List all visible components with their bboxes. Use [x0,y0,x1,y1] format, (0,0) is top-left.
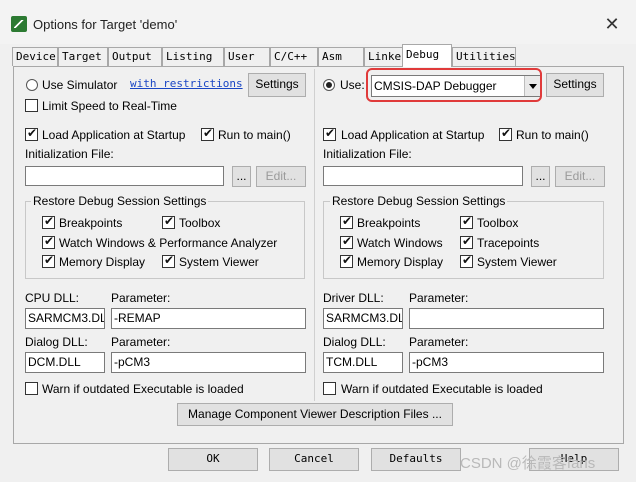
right-memory-display-label: Memory Display [357,255,444,269]
right-dialog-dll-label: Dialog DLL: [323,335,386,349]
simulator-settings-button[interactable]: Settings [248,73,306,97]
manage-component-viewer-button[interactable]: Manage Component Viewer Description File… [177,403,453,426]
right-init-file-input[interactable] [323,166,523,186]
right-init-file-label: Initialization File: [323,147,412,161]
cancel-button[interactable]: Cancel [269,448,359,471]
breakpoints-checkbox[interactable] [42,214,55,229]
driver-param-label: Parameter: [409,291,469,305]
tab-cc[interactable]: C/C++ [270,47,318,66]
warn-outdated-label: Warn if outdated Executable is loaded [42,382,244,396]
driver-dll-label: Driver DLL: [323,291,384,305]
right-dialog-param-label: Parameter: [409,335,469,349]
memory-display-checkbox[interactable] [42,253,55,268]
right-breakpoints-label: Breakpoints [357,216,421,230]
dialog-dll-label: Dialog DLL: [25,335,88,349]
run-to-main-checkbox[interactable] [201,126,214,141]
toolbox-label: Toolbox [179,216,221,230]
run-to-main-label: Run to main() [218,128,291,142]
tracepoints-label: Tracepoints [477,236,540,250]
restore-group-title: Restore Debug Session Settings [31,194,209,208]
right-system-viewer-label: System Viewer [477,255,557,269]
use-simulator-label: Use Simulator [42,78,118,92]
driver-dll-input[interactable]: SARMCM3.DLL [323,308,403,329]
column-divider [314,69,315,401]
right-memory-display-checkbox[interactable] [340,253,353,268]
tab-user[interactable]: User [224,47,270,66]
watermark: CSDN @徐霞客fans [460,455,596,472]
right-load-app-checkbox[interactable] [323,126,336,141]
tab-listing[interactable]: Listing [162,47,224,66]
cpu-param-label: Parameter: [111,291,171,305]
right-init-file-edit-button[interactable]: Edit... [555,166,605,187]
right-warn-outdated-checkbox[interactable] [323,382,336,395]
window-title: Options for Target 'demo' [33,17,178,32]
right-warn-outdated-label: Warn if outdated Executable is loaded [341,382,543,396]
tab-output[interactable]: Output [108,47,162,66]
use-simulator-radio[interactable] [26,79,38,91]
memory-display-label: Memory Display [59,255,146,269]
cpu-dll-label: CPU DLL: [25,291,80,305]
warn-outdated-checkbox[interactable] [25,382,38,395]
dialog-dll-input[interactable]: DCM.DLL [25,352,105,373]
right-breakpoints-checkbox[interactable] [340,214,353,229]
cpu-dll-input[interactable]: SARMCM3.DLL [25,308,105,329]
right-run-to-main-checkbox[interactable] [499,126,512,141]
right-dialog-param-input[interactable]: -pCM3 [409,352,604,373]
watch-windows-label: Watch Windows & Performance Analyzer [59,236,278,250]
init-file-browse-button[interactable]: ... [232,166,251,187]
driver-param-input[interactable] [409,308,604,329]
right-toolbox-label: Toolbox [477,216,519,230]
cpu-param-input[interactable]: -REMAP [111,308,306,329]
right-watch-windows-checkbox[interactable] [340,234,353,249]
watch-windows-checkbox[interactable] [42,234,55,249]
tab-device[interactable]: Device [12,47,58,66]
limit-speed-checkbox[interactable] [25,99,38,112]
system-viewer-checkbox[interactable] [162,253,175,268]
toolbox-checkbox[interactable] [162,214,175,229]
limit-speed-label: Limit Speed to Real-Time [42,99,177,113]
close-icon[interactable]: ✕ [600,12,624,36]
load-app-label: Load Application at Startup [42,128,186,142]
right-run-to-main-label: Run to main() [516,128,589,142]
init-file-label: Initialization File: [25,147,114,161]
right-system-viewer-checkbox[interactable] [460,253,473,268]
tracepoints-checkbox[interactable] [460,234,473,249]
breakpoints-label: Breakpoints [59,216,123,230]
use-label: Use: [340,78,365,92]
use-debugger-radio[interactable] [323,79,335,91]
init-file-input[interactable] [25,166,224,186]
load-app-checkbox[interactable] [25,126,38,141]
right-init-file-browse-button[interactable]: ... [531,166,550,187]
init-file-edit-button[interactable]: Edit... [256,166,306,187]
right-load-app-label: Load Application at Startup [341,128,485,142]
keil-app-icon [11,16,27,32]
restrictions-link[interactable]: with restrictions [130,77,243,90]
tab-target[interactable]: Target [58,47,108,66]
dialog-param-input[interactable]: -pCM3 [111,352,306,373]
system-viewer-label: System Viewer [179,255,259,269]
right-toolbox-checkbox[interactable] [460,214,473,229]
tab-debug[interactable]: Debug [402,44,452,67]
right-watch-windows-label: Watch Windows [357,236,443,250]
right-dialog-dll-input[interactable]: TCM.DLL [323,352,403,373]
debugger-settings-button[interactable]: Settings [546,73,604,97]
defaults-button[interactable]: Defaults [371,448,461,471]
tab-asm[interactable]: Asm [318,47,364,66]
dialog-param-label: Parameter: [111,335,171,349]
ok-button[interactable]: OK [168,448,258,471]
annotation-highlight [366,68,542,102]
tab-utilities[interactable]: Utilities [452,47,516,66]
right-restore-group-title: Restore Debug Session Settings [330,194,508,208]
